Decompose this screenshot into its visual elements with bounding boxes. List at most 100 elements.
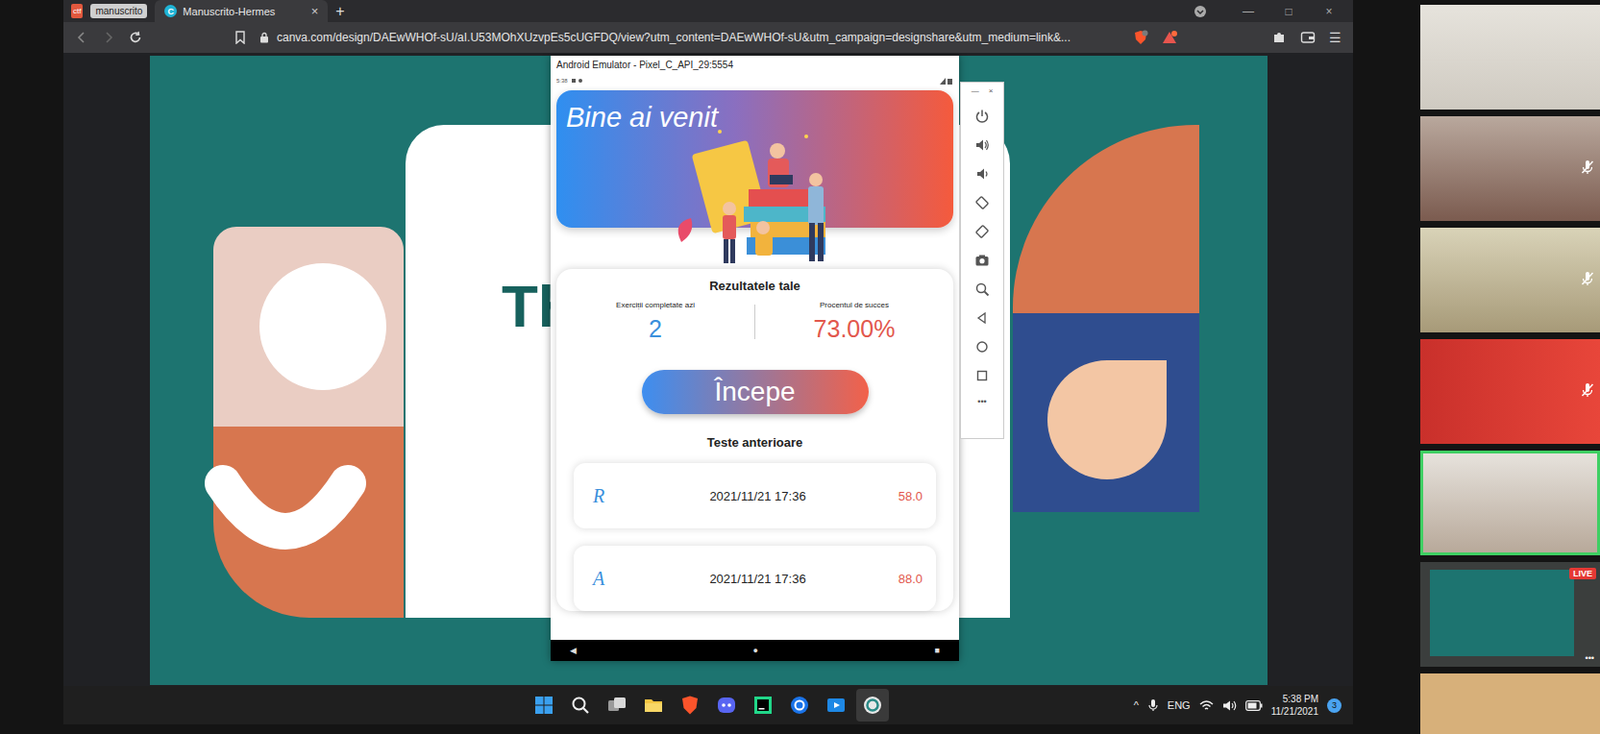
clock[interactable]: 5:38 PM 11/21/2021 bbox=[1271, 692, 1319, 718]
window-control-button[interactable]: □ bbox=[1272, 4, 1305, 19]
address-bar: canva.com/design/DAEwWHOf-sU/aI.U53MOhXU… bbox=[63, 22, 1354, 53]
overview-icon[interactable] bbox=[974, 368, 990, 384]
participant-tile[interactable] bbox=[1420, 116, 1600, 222]
pinned-tab[interactable]: ctf bbox=[71, 3, 83, 19]
participant-tile[interactable]: LIVE ••• bbox=[1420, 562, 1600, 667]
history-title: Teste anterioare bbox=[707, 435, 803, 450]
nav-button[interactable]: ● bbox=[753, 645, 759, 656]
new-tab-button[interactable]: + bbox=[335, 2, 345, 21]
page-content: Th Android Emulator - Pixel_C_API_29:555… bbox=[63, 52, 1354, 687]
slide-shape bbox=[1012, 124, 1200, 314]
welcome-banner: Bine ai venit bbox=[556, 90, 954, 228]
taskbar-app[interactable] bbox=[673, 689, 707, 722]
voldown-icon[interactable] bbox=[974, 166, 990, 182]
shared-screen: ctf manuscrito C Manuscrito-Hermes × + — □ ×… bbox=[0, 0, 1421, 734]
back-icon[interactable] bbox=[74, 30, 89, 45]
notification-badge[interactable]: 3 bbox=[1327, 698, 1342, 714]
wallet-icon[interactable] bbox=[1300, 29, 1316, 46]
test-date: 2021/11/21 17:36 bbox=[650, 489, 865, 504]
zoom-icon[interactable] bbox=[974, 281, 990, 297]
test-letter: A bbox=[592, 567, 651, 591]
toolbar-controls: —× bbox=[971, 86, 994, 96]
tile-more-button[interactable]: ••• bbox=[1585, 653, 1595, 664]
battery-icon[interactable] bbox=[1245, 700, 1263, 712]
stats-row: Exerciții completate azi 2 Procentul de … bbox=[556, 300, 954, 344]
test-score: 88.0 bbox=[864, 571, 923, 587]
tab-group[interactable]: manuscrito bbox=[90, 3, 148, 19]
participant-tile[interactable] bbox=[1420, 4, 1600, 110]
browser-menu-button[interactable]: ☰ bbox=[1329, 29, 1342, 46]
extensions-icon[interactable] bbox=[1271, 29, 1287, 46]
test-letter: R bbox=[592, 485, 651, 508]
browser-tab[interactable]: C Manuscrito-Hermes × bbox=[154, 0, 328, 23]
android-nav-bar: ◀ ● ■ bbox=[550, 640, 960, 662]
home-icon[interactable] bbox=[974, 339, 990, 355]
toolbar-window-button[interactable]: × bbox=[988, 86, 994, 96]
taskbar-app[interactable] bbox=[856, 689, 889, 722]
taskbar-app[interactable] bbox=[710, 689, 743, 722]
files-icon bbox=[642, 694, 665, 716]
participant-tile[interactable] bbox=[1420, 450, 1600, 556]
rotr-icon[interactable] bbox=[974, 223, 990, 240]
window-control-button[interactable]: × bbox=[1312, 4, 1346, 19]
taskbar-app[interactable] bbox=[527, 689, 561, 722]
history-row[interactable]: R 2021/11/21 17:36 58.0 bbox=[573, 463, 936, 529]
start-button[interactable]: Începe bbox=[641, 369, 869, 415]
media-icon bbox=[825, 694, 847, 716]
status-bar: 5:38 bbox=[550, 74, 960, 87]
muted-mic-icon bbox=[1580, 159, 1595, 175]
browser-window: ctf manuscrito C Manuscrito-Hermes × + — □ ×… bbox=[63, 0, 1354, 687]
taskbar-app[interactable] bbox=[819, 689, 853, 722]
taskbar-app[interactable] bbox=[783, 689, 816, 722]
volume-icon[interactable] bbox=[1222, 699, 1237, 713]
system-tray: ^ ENG 5:38 PM 11/21/2021 3 bbox=[888, 692, 1354, 718]
taskbar-app[interactable] bbox=[746, 689, 780, 722]
taskbar: ^ ENG 5:38 PM 11/21/2021 3 bbox=[63, 686, 1354, 725]
camera-icon[interactable] bbox=[974, 252, 990, 269]
brave-rewards-icon[interactable] bbox=[1161, 29, 1178, 46]
stat-value: 2 bbox=[648, 315, 663, 344]
microphone-icon[interactable] bbox=[1147, 698, 1159, 713]
nav-button[interactable]: ◀ bbox=[569, 645, 577, 656]
participant-tile[interactable] bbox=[1420, 227, 1600, 333]
tab-title: Manuscrito-Hermes bbox=[182, 5, 305, 18]
emulator-window: Android Emulator - Pixel_C_API_29:5554 5… bbox=[550, 55, 960, 662]
brave-shield-icon[interactable] bbox=[1132, 29, 1149, 46]
tray-chevron[interactable]: ^ bbox=[1133, 699, 1139, 712]
url-field[interactable]: canva.com/design/DAEwWHOf-sU/aI.U53MOhXU… bbox=[259, 30, 1120, 45]
window-control-button[interactable]: — bbox=[1231, 4, 1265, 19]
participant-tile[interactable] bbox=[1420, 673, 1600, 734]
close-tab-button[interactable]: × bbox=[311, 3, 320, 19]
taskbar-app[interactable] bbox=[600, 689, 634, 722]
taskbar-apps bbox=[527, 689, 889, 722]
pycharm-icon bbox=[752, 694, 774, 716]
slide-smile-shape bbox=[203, 464, 368, 561]
back-icon[interactable] bbox=[974, 310, 990, 326]
muted-mic-icon bbox=[1580, 270, 1595, 287]
profile-icon[interactable] bbox=[1193, 4, 1207, 19]
canva-icon: C bbox=[164, 4, 177, 18]
volup-icon[interactable] bbox=[974, 137, 990, 153]
discord-icon bbox=[715, 694, 738, 716]
taskbar-app[interactable] bbox=[637, 689, 670, 722]
slide-shape bbox=[1047, 360, 1167, 480]
taskbar-app[interactable] bbox=[564, 689, 597, 722]
stats-divider bbox=[754, 304, 756, 340]
bookmark-icon[interactable] bbox=[234, 30, 247, 45]
history-row[interactable]: A 2021/11/21 17:36 88.0 bbox=[573, 545, 936, 612]
windows-icon bbox=[533, 694, 555, 716]
nav-button[interactable]: ■ bbox=[935, 645, 940, 656]
more-button[interactable]: ••• bbox=[977, 396, 986, 407]
participant-tile[interactable] bbox=[1420, 339, 1600, 444]
reload-icon[interactable] bbox=[128, 30, 143, 45]
toolbar-window-button[interactable]: — bbox=[971, 86, 980, 96]
language-indicator[interactable]: ENG bbox=[1167, 699, 1191, 712]
power-icon[interactable] bbox=[974, 108, 990, 124]
wifi-icon[interactable] bbox=[1199, 699, 1214, 713]
stat-value: 73.00% bbox=[813, 315, 896, 344]
status-icons bbox=[571, 77, 586, 84]
forward-icon[interactable] bbox=[101, 30, 116, 45]
rotl-icon[interactable] bbox=[974, 195, 990, 211]
stat-label: Procentul de succes bbox=[819, 300, 889, 310]
zoom-icon bbox=[788, 694, 811, 716]
